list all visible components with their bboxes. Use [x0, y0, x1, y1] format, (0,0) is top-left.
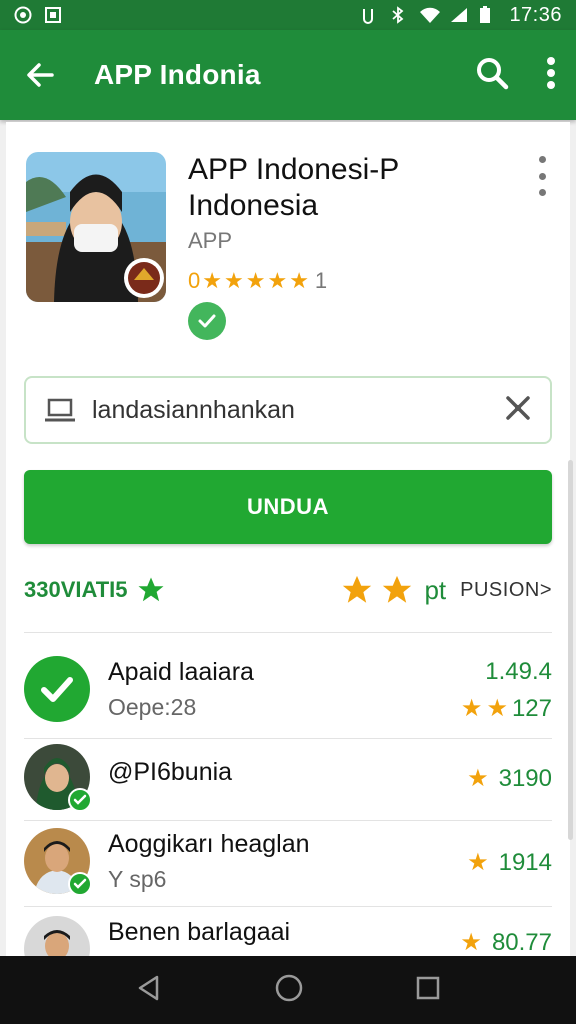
divider: [24, 632, 552, 633]
more-vert-icon: [547, 56, 555, 89]
list-item[interactable]: Benen barlagaai ★ 80.77: [24, 910, 552, 956]
star-icon: ★: [467, 765, 489, 792]
signal-icon: [449, 6, 468, 24]
close-icon: [506, 395, 530, 420]
clear-search-button[interactable]: [504, 394, 532, 427]
search-field[interactable]: landasiannhankan: [24, 376, 552, 444]
app-icon-image: [26, 152, 166, 302]
meta-row: 330VIATI5 pt PUSION>: [24, 568, 552, 612]
star-icon: ★: [460, 929, 482, 956]
star-icon: ★: [267, 268, 288, 293]
verified-check-icon: [188, 302, 226, 340]
vibrate-icon: [359, 6, 377, 24]
rating-suffix: 1: [314, 268, 328, 293]
app-rating: 0 ★ ★ ★ ★ ★ 1: [188, 268, 327, 294]
overflow-dot: [538, 189, 546, 196]
list-item-rating-value: 1914: [498, 848, 552, 876]
list-item-rating: ★ ★ 127: [461, 694, 552, 723]
list-item-name: Aoggikarı heaglan: [108, 830, 310, 858]
nav-home-icon: [275, 974, 303, 1001]
star-icon: [138, 577, 164, 602]
search-input[interactable]: landasiannhankan: [92, 396, 295, 425]
app-developer: APP: [188, 228, 233, 253]
status-bar: 17:36: [0, 0, 576, 30]
list-item-rating-value: 127: [511, 694, 552, 722]
star-icon: ★: [223, 268, 244, 293]
arrow-back-icon: [27, 63, 54, 87]
app-bar-title: APP Indonia: [94, 59, 261, 90]
meta-more-link[interactable]: PUSION>: [460, 579, 552, 602]
star-icon: ★: [460, 695, 483, 722]
wifi-icon: [419, 6, 441, 24]
star-icon: ★: [486, 695, 508, 722]
app-bar: APP Indonia: [0, 30, 576, 120]
app-overflow-menu[interactable]: [532, 156, 552, 196]
list-item-rating-value: 80.77: [491, 928, 552, 956]
check-avatar-icon: [24, 656, 90, 722]
install-button[interactable]: UNDUA: [24, 470, 552, 544]
system-nav-bar: [0, 956, 576, 1024]
verified-badge-icon: [68, 788, 92, 812]
list-item-sub: Y sp6: [108, 866, 167, 892]
nav-recents-button[interactable]: [415, 975, 441, 1006]
star-icon: ★: [467, 849, 489, 876]
nav-back-icon: [139, 975, 159, 1000]
star-icon: ★: [202, 268, 222, 293]
nav-home-button[interactable]: [274, 973, 304, 1008]
divider: [24, 906, 552, 907]
avatar: [24, 916, 90, 956]
more-options-button[interactable]: [546, 56, 556, 95]
nav-recents-icon: [416, 976, 439, 999]
back-button[interactable]: [20, 55, 60, 95]
star-icon: ★: [289, 268, 309, 293]
star-icon: [343, 575, 372, 603]
bluetooth-icon: [389, 6, 407, 24]
meta-pt: pt: [424, 574, 447, 605]
list-item-sub: Oepe:28: [108, 694, 197, 720]
list-item[interactable]: Aoggikarı heaglan Y sp6 ★ 1914: [24, 822, 552, 906]
list-item-rating-value: 3190: [498, 764, 552, 792]
list-item-name: Apaid laaiara: [108, 658, 254, 686]
star-icon: ★: [245, 268, 266, 293]
search-icon: [477, 57, 509, 89]
star-icon: [383, 575, 412, 603]
list-item-rating: ★ 1914: [467, 848, 552, 877]
divider: [24, 820, 552, 821]
meta-left-label: 330VIATI5: [24, 577, 128, 602]
list-item[interactable]: Apaid laaiara Oepe:28 1.49.4 ★ ★ 127: [24, 650, 552, 734]
verified-badge-icon: [68, 872, 92, 896]
scrollbar[interactable]: [568, 460, 573, 840]
rating-prefix: 0: [188, 268, 201, 293]
meta-right[interactable]: pt PUSION>: [340, 573, 552, 607]
nav-back-button[interactable]: [135, 974, 163, 1007]
list-item-name: Benen barlagaai: [108, 918, 291, 946]
app-detail-card: APP Indonesi-P Indonesia APP 0 ★ ★ ★ ★ ★…: [6, 122, 570, 962]
screenshot-icon: [44, 6, 62, 24]
list-item-rating: ★ 3190: [467, 764, 552, 793]
list-item[interactable]: @PI6bunia ★ 3190: [24, 738, 552, 822]
battery-icon: [479, 6, 497, 24]
overflow-dot: [538, 172, 546, 180]
meta-left[interactable]: 330VIATI5: [24, 575, 166, 605]
status-time: 17:36: [509, 3, 562, 26]
notification-icon: [14, 6, 32, 24]
list-item-name: @PI6bunia: [108, 758, 233, 786]
laptop-icon: [45, 398, 75, 422]
app-name: APP Indonesi-P Indonesia: [188, 153, 399, 222]
list-item-value: 1.49.4: [485, 658, 552, 685]
list-item-rating: ★ 80.77: [460, 928, 552, 957]
search-button[interactable]: [474, 55, 510, 96]
overflow-dot: [538, 156, 546, 163]
